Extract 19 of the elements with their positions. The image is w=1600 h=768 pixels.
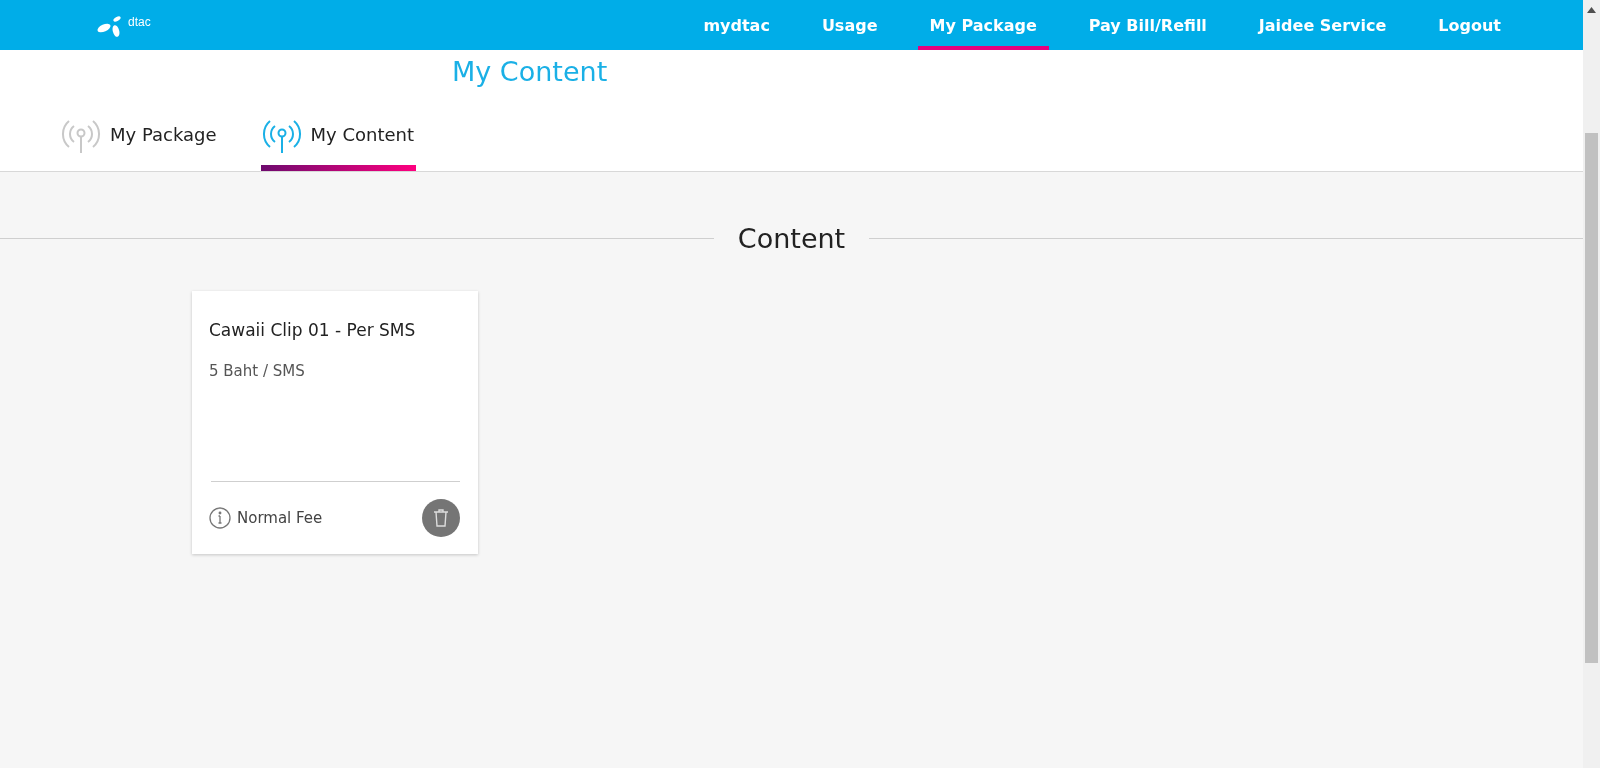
- tab[interactable]: My Content: [260, 113, 416, 171]
- nav-link[interactable]: Logout: [1426, 0, 1513, 50]
- nav-link[interactable]: Usage: [809, 0, 890, 50]
- scrollbar[interactable]: [1583, 0, 1600, 768]
- tab[interactable]: My Package: [60, 113, 219, 171]
- card-title: Cawaii Clip 01 - Per SMS: [209, 320, 417, 340]
- delete-button[interactable]: [422, 499, 460, 537]
- trash-icon: [432, 508, 450, 528]
- nav-link[interactable]: mydtac: [691, 0, 782, 50]
- nav-link[interactable]: Pay Bill/Refill: [1076, 0, 1219, 50]
- section-title: Content: [737, 223, 846, 254]
- info-icon: [209, 507, 231, 529]
- page-title: My Content: [452, 56, 609, 88]
- scroll-up-icon[interactable]: [1587, 7, 1596, 13]
- scroll-thumb[interactable]: [1585, 133, 1598, 663]
- price-text: 5 Baht / SMS: [209, 362, 306, 380]
- fee-label: Normal Fee: [237, 509, 323, 527]
- nav-link[interactable]: Jaidee Service: [1246, 0, 1399, 50]
- logo-text: dtac: [128, 15, 151, 29]
